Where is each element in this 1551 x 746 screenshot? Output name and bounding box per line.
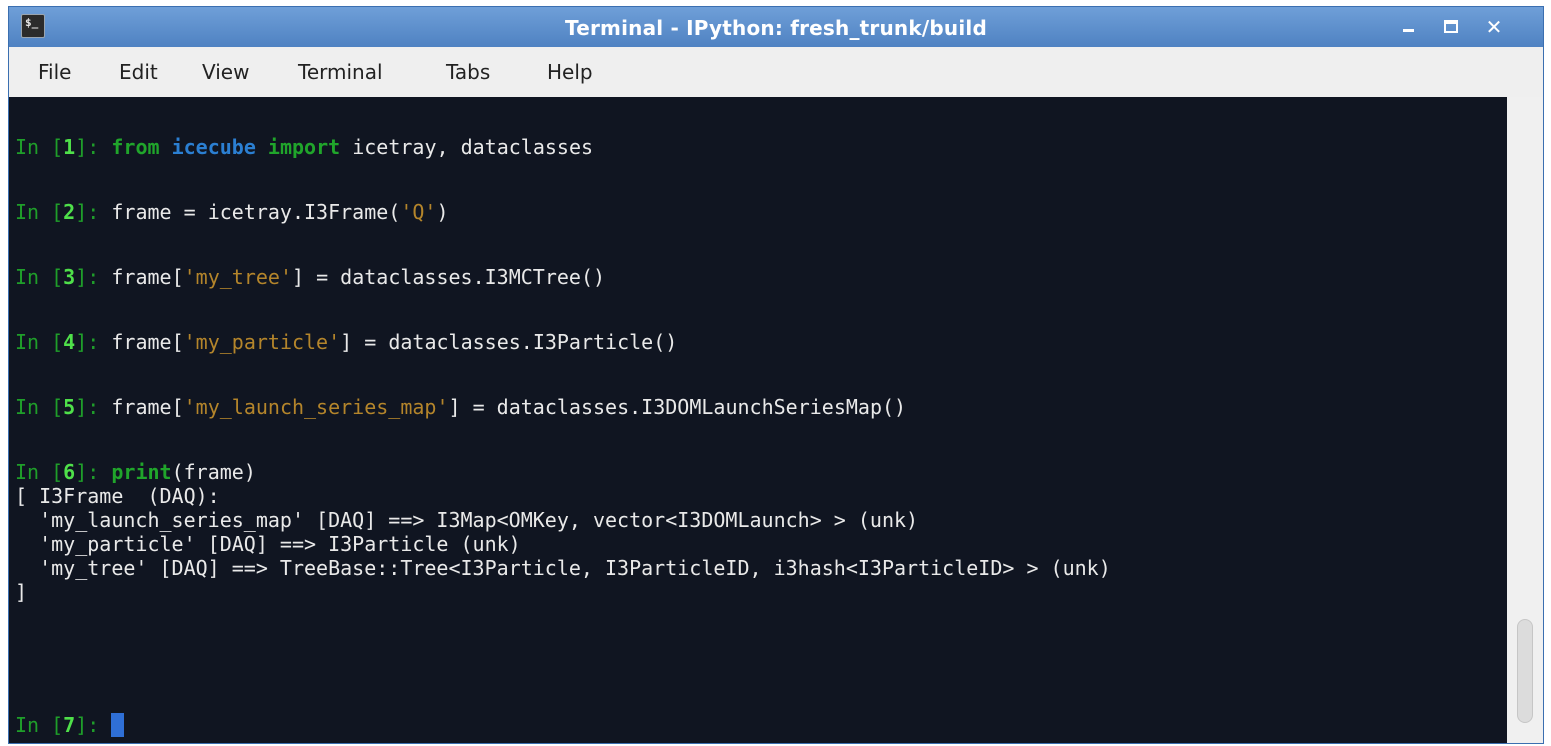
code-text: ] = dataclasses.I3Particle(): [340, 330, 678, 354]
terminal-output-area[interactable]: In [1]: from icecube import icetray, dat…: [9, 97, 1507, 743]
prompt-bracket: [: [51, 460, 64, 484]
prompt-number: 7: [63, 713, 76, 737]
input-line-2: In [2]: frame = icetray.I3Frame('Q'): [15, 200, 449, 224]
prompt-bracket: ]: [75, 200, 88, 224]
code-text: frame[: [111, 330, 184, 354]
prompt-number: 5: [63, 395, 76, 419]
prompt-bracket: ]: [75, 460, 88, 484]
prompt-bracket: [: [51, 713, 64, 737]
prompt-number: 1: [63, 135, 76, 159]
prompt-colon: :: [87, 265, 112, 289]
maximize-button[interactable]: [1440, 16, 1462, 38]
prompt-number: 6: [63, 460, 76, 484]
menu-view[interactable]: View: [202, 60, 249, 84]
prompt-colon: :: [87, 135, 112, 159]
string-literal: 'Q': [400, 200, 437, 224]
prompt-bracket: ]: [75, 330, 88, 354]
input-line-4: In [4]: frame['my_particle'] = dataclass…: [15, 330, 677, 354]
prompt-bracket: ]: [75, 395, 88, 419]
prompt-in: In: [15, 460, 52, 484]
menu-file[interactable]: File: [38, 60, 71, 84]
code-text: ): [436, 200, 449, 224]
terminal-window: $_ Terminal - IPython: fresh_trunk/build…: [8, 6, 1544, 744]
prompt-in: In: [15, 200, 52, 224]
prompt-in: In: [15, 395, 52, 419]
string-literal: 'my_particle': [183, 330, 341, 354]
output-line: 'my_tree' [DAQ] ==> TreeBase::Tree<I3Par…: [15, 556, 1111, 580]
prompt-number: 3: [63, 265, 76, 289]
output-line: ]: [15, 580, 28, 604]
prompt-in: In: [15, 713, 52, 737]
code-text: (frame): [171, 460, 256, 484]
maximize-icon: [1444, 20, 1458, 33]
output-line: 'my_launch_series_map' [DAQ] ==> I3Map<O…: [15, 508, 919, 532]
text-cursor: [111, 713, 125, 737]
prompt-in: In: [15, 135, 52, 159]
input-line-5: In [5]: frame['my_launch_series_map'] = …: [15, 395, 906, 419]
close-button[interactable]: ✕: [1483, 16, 1505, 38]
output-line: 'my_particle' [DAQ] ==> I3Particle (unk): [15, 532, 521, 556]
string-literal: 'my_tree': [183, 265, 292, 289]
prompt-bracket: ]: [75, 713, 88, 737]
title-bar[interactable]: $_ Terminal - IPython: fresh_trunk/build…: [9, 7, 1543, 47]
prompt-bracket: [: [51, 200, 64, 224]
menu-bar: File Edit View Terminal Tabs Help: [9, 47, 1543, 97]
prompt-bracket: [: [51, 395, 64, 419]
input-line-6: In [6]: print(frame): [15, 460, 256, 484]
prompt-colon: :: [87, 330, 112, 354]
input-line-3: In [3]: frame['my_tree'] = dataclasses.I…: [15, 265, 605, 289]
prompt-bracket: ]: [75, 135, 88, 159]
module-name: icecube: [171, 135, 256, 159]
prompt-bracket: [: [51, 135, 64, 159]
scrollbar-track[interactable]: [1507, 97, 1543, 743]
string-literal: 'my_launch_series_map': [183, 395, 449, 419]
code-text: frame[: [111, 395, 184, 419]
code-text: ] = dataclasses.I3MCTree(): [291, 265, 606, 289]
prompt-colon: :: [87, 460, 112, 484]
minimize-button[interactable]: [1397, 16, 1419, 38]
prompt-number: 2: [63, 200, 76, 224]
keyword-print: print: [111, 460, 172, 484]
prompt-colon: :: [87, 713, 112, 737]
prompt-bracket: [: [51, 265, 64, 289]
input-line-7[interactable]: In [7]:: [15, 713, 125, 737]
code-text: ] = dataclasses.I3DOMLaunchSeriesMap(): [448, 395, 907, 419]
prompt-colon: :: [87, 395, 112, 419]
prompt-in: In: [15, 265, 52, 289]
prompt-colon: :: [87, 200, 112, 224]
menu-tabs[interactable]: Tabs: [446, 60, 490, 84]
minimize-icon: [1403, 29, 1414, 32]
menu-help[interactable]: Help: [547, 60, 593, 84]
prompt-in: In: [15, 330, 52, 354]
code-text: frame = icetray.I3Frame(: [111, 200, 401, 224]
menu-terminal[interactable]: Terminal: [298, 60, 383, 84]
keyword-import: import: [267, 135, 341, 159]
scrollbar-thumb[interactable]: [1517, 619, 1533, 723]
output-line: [ I3Frame (DAQ):: [15, 484, 220, 508]
keyword-from: from: [111, 135, 160, 159]
menu-edit[interactable]: Edit: [119, 60, 158, 84]
code-text: icetray, dataclasses: [340, 135, 594, 159]
prompt-bracket: ]: [75, 265, 88, 289]
input-line-1: In [1]: from icecube import icetray, dat…: [15, 135, 593, 159]
close-icon: ✕: [1485, 15, 1503, 39]
code-text: frame[: [111, 265, 184, 289]
window-title: Terminal - IPython: fresh_trunk/build: [565, 16, 987, 40]
prompt-number: 4: [63, 330, 76, 354]
prompt-bracket: [: [51, 330, 64, 354]
